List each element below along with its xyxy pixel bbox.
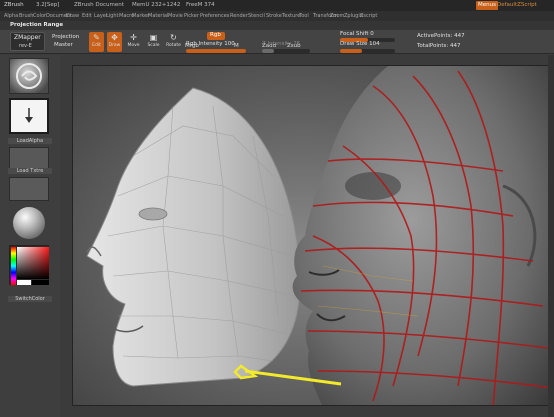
draw-size-value: 104 bbox=[369, 41, 380, 47]
viewport-scene bbox=[86, 66, 554, 406]
z-intensity-value: 25 bbox=[293, 41, 301, 47]
scale-label: Scale bbox=[147, 43, 160, 48]
texture-thumbnail[interactable] bbox=[9, 177, 49, 201]
scale-icon: ▣ bbox=[149, 33, 158, 42]
memory-free: FreeM 374 bbox=[186, 2, 215, 8]
menu-item-alpha[interactable]: Alpha bbox=[4, 11, 18, 21]
draw-size-fill bbox=[340, 49, 362, 53]
palette-bar: Projection Range bbox=[0, 21, 554, 30]
projection-master-line1: Projection bbox=[52, 34, 80, 40]
draw-size-control[interactable]: Draw Size 104 bbox=[340, 41, 380, 47]
focal-shift-label: Focal Shift bbox=[340, 31, 369, 37]
draw-label: Draw bbox=[108, 43, 121, 48]
app-title: ZBrush bbox=[4, 2, 24, 8]
draw-button[interactable]: ✥ Draw bbox=[107, 32, 122, 52]
menu-item-movie[interactable]: Movie bbox=[168, 11, 183, 21]
menu-item-material[interactable]: Material bbox=[148, 11, 168, 21]
right-shelf bbox=[548, 55, 554, 417]
draw-size-label: Draw Size bbox=[340, 41, 368, 47]
document-canvas[interactable] bbox=[72, 65, 554, 406]
menu-item-stencil[interactable]: Stencil bbox=[248, 11, 265, 21]
draw-size-slider[interactable] bbox=[340, 49, 395, 53]
document-title: ZBrush Document bbox=[74, 2, 124, 8]
menu-item-texture[interactable]: Texture bbox=[282, 11, 300, 21]
material-sphere[interactable] bbox=[9, 205, 49, 241]
projection-master-line2: Master bbox=[54, 42, 73, 48]
menu-item-color[interactable]: Color bbox=[33, 11, 46, 21]
menu-item-render[interactable]: Render bbox=[230, 11, 248, 21]
rgb-intensity-value: 100 bbox=[224, 41, 235, 47]
app-version: 3.2[Sep] bbox=[36, 2, 60, 8]
menu-item-zscript[interactable]: Zscript bbox=[360, 11, 377, 21]
rgb-intensity-control[interactable]: Rgb Intensity 100 bbox=[186, 41, 235, 47]
draw-icon: ✥ bbox=[111, 33, 118, 42]
arrow-down-icon bbox=[25, 108, 33, 123]
menu-bar: Alpha Brush Color Document Draw Edit Layer Ligh… bbox=[0, 11, 554, 21]
color-saturation-square[interactable] bbox=[17, 247, 49, 279]
material-thumbnail[interactable] bbox=[9, 58, 49, 94]
rgb-button[interactable]: Rgb bbox=[207, 32, 225, 40]
palette-title: Projection Range bbox=[10, 22, 64, 28]
zmapper-button[interactable]: ZMapper rev-E bbox=[10, 32, 45, 51]
zmapper-label: ZMapper bbox=[14, 34, 41, 41]
menu-item-stroke[interactable]: Stroke bbox=[266, 11, 282, 21]
sphere-icon bbox=[13, 207, 45, 239]
primary-color-swatch[interactable] bbox=[17, 280, 31, 285]
menu-item-zoom[interactable]: Zoom bbox=[330, 11, 344, 21]
zmapper-version: rev-E bbox=[19, 43, 32, 49]
menu-item-tool[interactable]: Tool bbox=[299, 11, 309, 21]
edit-button[interactable]: ✎ Edit bbox=[89, 32, 104, 52]
rgb-label: Rgb bbox=[210, 32, 221, 38]
highpoly-head[interactable] bbox=[292, 66, 554, 406]
load-texture-button[interactable]: Load Txtre bbox=[8, 168, 52, 174]
switch-color-button[interactable]: SwitchColor bbox=[8, 296, 52, 302]
menus-button[interactable]: Menus bbox=[476, 1, 498, 10]
menu-item-draw[interactable]: Draw bbox=[66, 11, 79, 21]
move-label: Move bbox=[127, 43, 140, 48]
projection-master-button[interactable]: Projection Master bbox=[50, 32, 84, 51]
stroke-thumbnail[interactable] bbox=[9, 98, 49, 134]
zsub-button[interactable]: Zsub bbox=[287, 32, 305, 49]
z-intensity-label: Z Intensity bbox=[262, 41, 292, 47]
menu-item-brush[interactable]: Brush bbox=[19, 11, 33, 21]
menu-item-preferences[interactable]: Preferences bbox=[200, 11, 229, 21]
rotate-button[interactable]: ↻ Rotate bbox=[166, 32, 181, 52]
menu-item-picker[interactable]: Picker bbox=[184, 11, 199, 21]
load-alpha-button[interactable]: LoadAlpha bbox=[8, 138, 52, 144]
menu-item-light[interactable]: Light bbox=[106, 11, 118, 21]
zadd-button[interactable]: Zadd bbox=[262, 32, 280, 49]
scale-button[interactable]: ▣ Scale bbox=[146, 32, 161, 52]
secondary-color-swatch[interactable] bbox=[32, 280, 49, 285]
z-intensity-control[interactable]: Z Intensity 25 bbox=[262, 41, 300, 47]
rgb-intensity-slider[interactable] bbox=[186, 49, 246, 53]
color-hue-strip[interactable] bbox=[11, 247, 16, 285]
rotate-label: Rotate bbox=[166, 43, 181, 48]
move-icon: ✛ bbox=[130, 33, 137, 42]
menu-item-marker[interactable]: Marker bbox=[132, 11, 149, 21]
left-shelf: LoadAlpha Load Txtre SwitchColor bbox=[0, 55, 60, 417]
title-bar: ZBrush 3.2[Sep] ZBrush Document MemU 232… bbox=[0, 0, 554, 11]
focal-shift-value: 0 bbox=[370, 31, 374, 37]
rgb-intensity-fill bbox=[186, 49, 246, 53]
move-button[interactable]: ✛ Move bbox=[126, 32, 141, 52]
color-picker[interactable] bbox=[9, 245, 49, 285]
total-points: TotalPoints: 447 bbox=[417, 43, 461, 49]
edit-label: Edit bbox=[92, 43, 101, 48]
memory-used: MemU 232+1242 bbox=[132, 2, 181, 8]
brush-stroke-icon bbox=[16, 63, 42, 89]
z-intensity-slider[interactable] bbox=[262, 49, 310, 53]
focal-shift-control[interactable]: Focal Shift 0 bbox=[340, 31, 374, 37]
edit-icon: ✎ bbox=[93, 33, 100, 42]
menu-item-edit[interactable]: Edit bbox=[82, 11, 92, 21]
z-intensity-fill bbox=[262, 49, 274, 53]
active-points: ActivePoints: 447 bbox=[417, 33, 465, 39]
lowpoly-mask[interactable] bbox=[86, 87, 301, 387]
mrgb-button[interactable]: Mrgb bbox=[185, 32, 205, 49]
rotate-icon: ↻ bbox=[170, 33, 177, 42]
m-button[interactable]: M bbox=[234, 32, 244, 49]
rgb-intensity-label: Rgb Intensity bbox=[186, 41, 223, 47]
default-script-button[interactable]: DefaultZScript bbox=[497, 0, 537, 11]
